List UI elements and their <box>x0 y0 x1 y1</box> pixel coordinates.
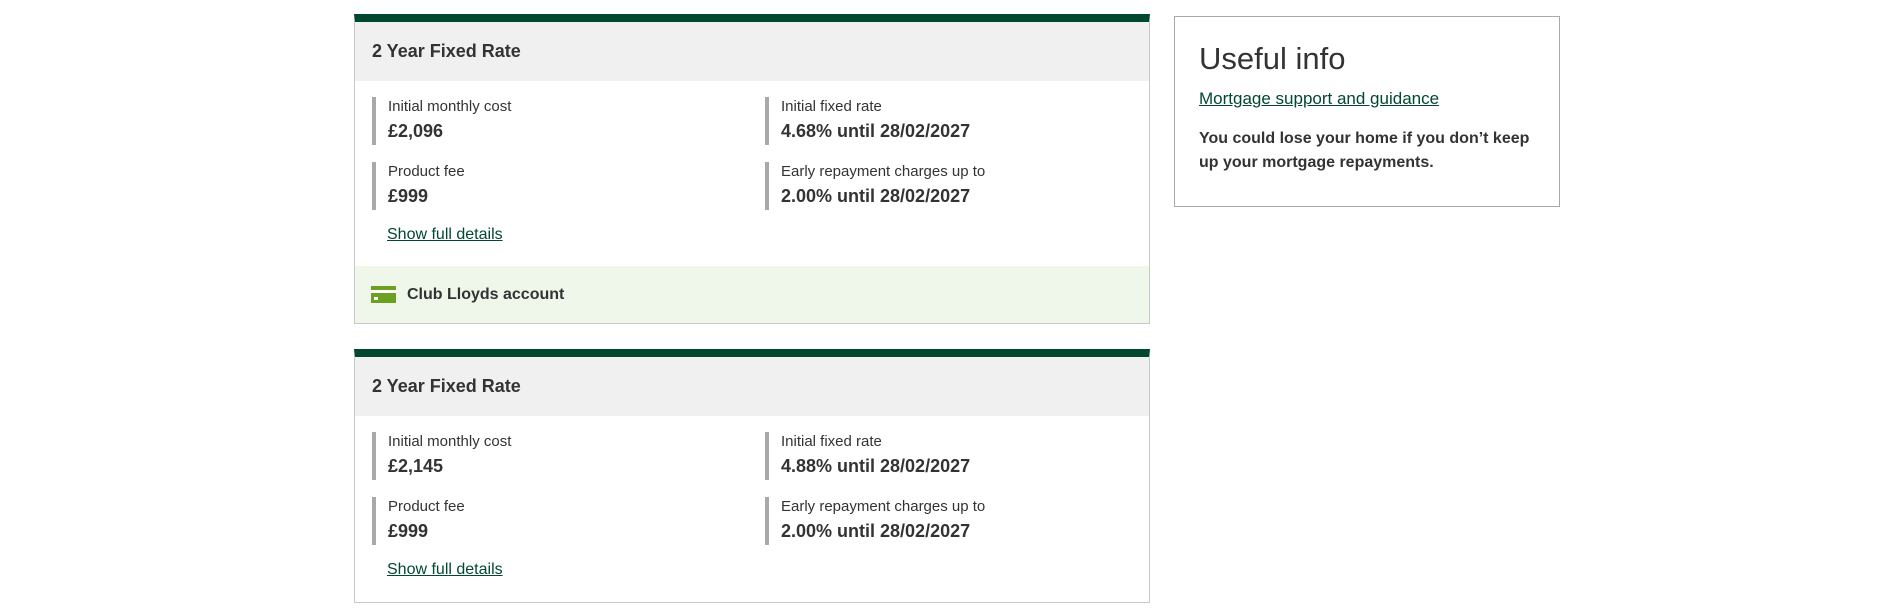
product-card: 2 Year Fixed Rate Initial monthly cost £… <box>354 349 1150 603</box>
show-full-details-link[interactable]: Show full details <box>387 226 503 244</box>
product-fee: Product fee £999 <box>372 162 465 210</box>
show-full-details-link[interactable]: Show full details <box>387 561 503 579</box>
early-repayment-charges: Early repayment charges up to 2.00% unti… <box>765 497 985 545</box>
stat-value: £999 <box>388 521 429 541</box>
page: 2 Year Fixed Rate Initial monthly cost £… <box>0 0 1901 613</box>
card-icon <box>371 286 396 303</box>
initial-fixed-rate: Initial fixed rate 4.88% until 28/02/202… <box>765 432 970 480</box>
early-repayment-charges: Early repayment charges up to 2.00% unti… <box>765 162 985 210</box>
card-header: 2 Year Fixed Rate <box>355 357 1149 416</box>
mortgage-support-link[interactable]: Mortgage support and guidance <box>1199 89 1535 109</box>
stat-value: £999 <box>388 186 429 206</box>
card-title: 2 Year Fixed Rate <box>372 41 521 61</box>
club-lloyds-label: Club Lloyds account <box>407 285 565 303</box>
useful-info-title: Useful info <box>1199 41 1346 76</box>
repayment-warning: You could lose your home if you don’t ke… <box>1199 130 1530 171</box>
initial-fixed-rate: Initial fixed rate 4.68% until 28/02/202… <box>765 97 970 145</box>
stat-value: £2,145 <box>388 456 444 476</box>
card-header: 2 Year Fixed Rate <box>355 22 1149 81</box>
stat-value: 2.00% until 28/02/2027 <box>781 186 971 206</box>
stat-label: Initial monthly cost <box>388 433 512 450</box>
useful-info-panel: Useful info Mortgage support and guidanc… <box>1174 16 1560 207</box>
card-footer: Club Lloyds account <box>355 266 1149 323</box>
stat-label: Initial fixed rate <box>781 98 882 115</box>
stat-value: 4.68% until 28/02/2027 <box>781 121 971 141</box>
stat-label: Product fee <box>388 163 465 180</box>
product-fee: Product fee £999 <box>372 497 465 545</box>
stat-value: 4.88% until 28/02/2027 <box>781 456 971 476</box>
stat-value: 2.00% until 28/02/2027 <box>781 521 971 541</box>
card-title: 2 Year Fixed Rate <box>372 376 521 396</box>
initial-monthly-cost: Initial monthly cost £2,145 <box>372 432 511 480</box>
stat-label: Initial fixed rate <box>781 433 882 450</box>
stat-label: Product fee <box>388 498 465 515</box>
initial-monthly-cost: Initial monthly cost £2,096 <box>372 97 511 145</box>
stat-label: Early repayment charges up to <box>781 498 986 515</box>
stat-label: Initial monthly cost <box>388 98 512 115</box>
stat-label: Early repayment charges up to <box>781 163 986 180</box>
product-card: 2 Year Fixed Rate Initial monthly cost £… <box>354 14 1150 324</box>
stat-value: £2,096 <box>388 121 444 141</box>
